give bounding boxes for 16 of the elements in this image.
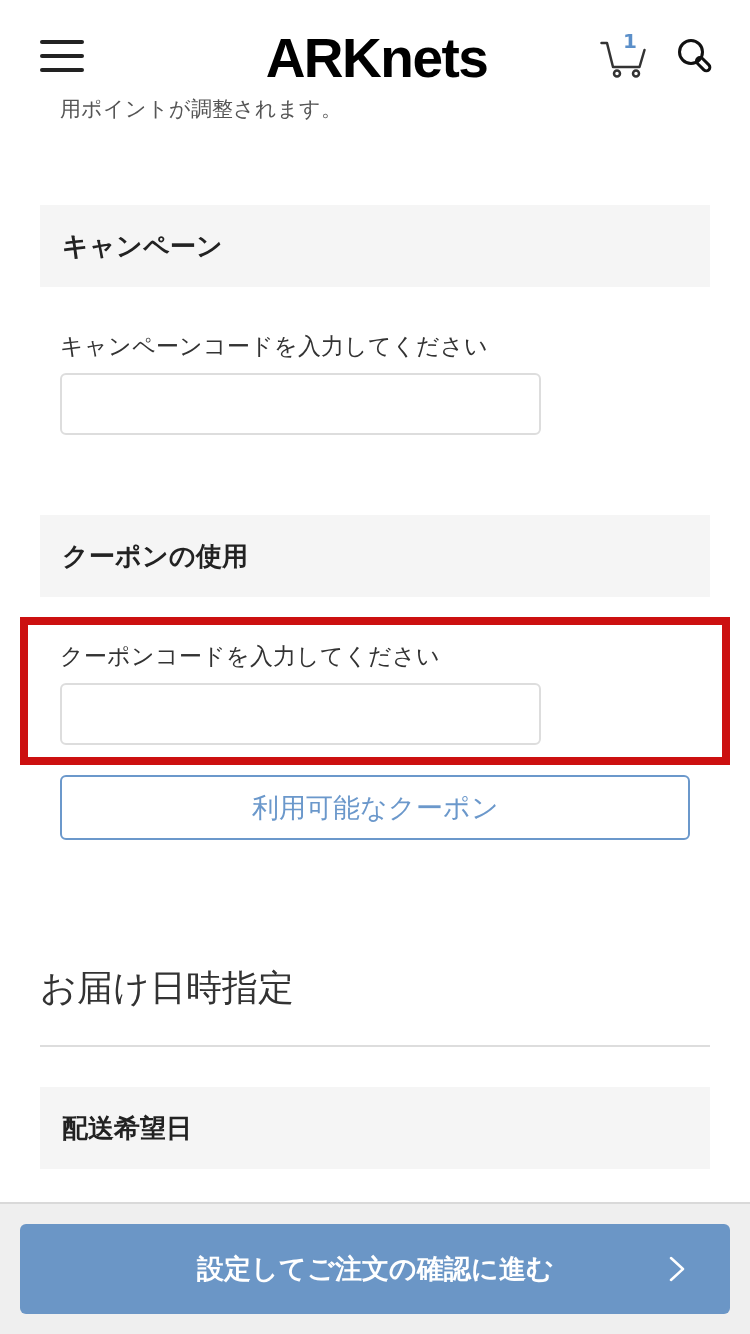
cart-button[interactable]: 1 xyxy=(600,34,646,78)
section-title: お届け日時指定 xyxy=(40,966,295,1010)
section-heading: 配送希望日 xyxy=(40,1087,710,1169)
search-icon[interactable] xyxy=(677,38,713,74)
field-label: キャンペーンコードを入力してください xyxy=(60,333,488,359)
section-heading: キャンペーン xyxy=(40,205,710,287)
code-input-field[interactable] xyxy=(60,373,541,435)
field-label: クーポンコードを入力してください xyxy=(60,643,440,669)
menu-icon[interactable] xyxy=(40,40,84,72)
chevron-right-icon xyxy=(668,1256,686,1282)
section-heading: クーポンの使用 xyxy=(40,515,710,597)
proceed-button[interactable]: 設定してご注文の確認に進む xyxy=(20,1224,730,1314)
logo[interactable]: ARKnets xyxy=(265,30,488,86)
code-input-field[interactable] xyxy=(60,683,541,745)
notice-text: 用ポイントが調整されます。 xyxy=(60,96,342,122)
available-coupons-button[interactable]: 利用可能なクーポン xyxy=(60,775,690,840)
